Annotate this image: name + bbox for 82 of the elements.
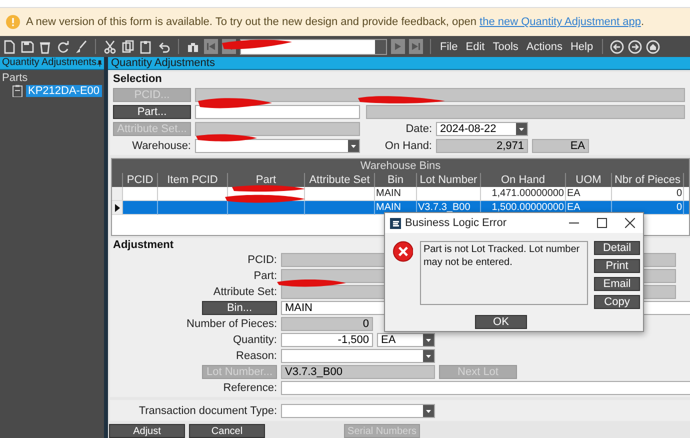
caret-icon[interactable]: [423, 350, 434, 362]
menu-item[interactable]: Help: [568, 40, 596, 52]
dialog-button[interactable]: Detail: [594, 241, 640, 255]
column-header[interactable]: PCID: [123, 173, 158, 187]
update-link[interactable]: the new Quantity Adjustment app: [480, 16, 641, 28]
app-logo-icon: [390, 218, 401, 228]
section-title: Adjustment: [113, 240, 174, 251]
field-label: Attribute Set:: [213, 286, 277, 298]
menu-item[interactable]: Tools: [490, 40, 520, 52]
action-button[interactable]: Bin...: [202, 301, 277, 315]
delete-icon[interactable]: [38, 40, 52, 54]
field-label: Number of Pieces:: [186, 318, 277, 330]
error-icon: [393, 241, 414, 262]
pieces-field: 0: [281, 317, 373, 331]
form-header: Quantity Adjustments: [108, 57, 690, 70]
refresh-icon[interactable]: [56, 40, 70, 54]
field-label: Part:: [254, 270, 277, 282]
reason-combo[interactable]: [281, 349, 435, 363]
uom-field: EA: [532, 139, 589, 153]
lot-field: V3.7.3_B00: [281, 365, 435, 379]
column-header[interactable]: On Hand: [481, 173, 566, 187]
tree-node[interactable]: Parts: [0, 70, 104, 84]
brush-icon[interactable]: [74, 40, 88, 54]
close-icon[interactable]: [625, 218, 635, 228]
dialog-button[interactable]: Print: [594, 259, 640, 273]
date-label: Date:: [404, 123, 432, 135]
menu-item[interactable]: File: [438, 40, 460, 52]
home-icon[interactable]: [646, 40, 660, 54]
row-pointer-icon: [114, 204, 120, 212]
column-header[interactable]: UOM: [566, 173, 612, 187]
cut-icon[interactable]: [103, 40, 117, 54]
paste-icon[interactable]: [139, 40, 153, 54]
warning-icon: [6, 15, 20, 29]
back-icon[interactable]: [610, 40, 624, 54]
dialog-button[interactable]: Copy: [594, 295, 640, 309]
column-header[interactable]: Bin: [375, 173, 417, 187]
dialog-button[interactable]: Email: [594, 277, 640, 291]
clipboard-icon: [12, 85, 23, 97]
forward-icon[interactable]: [628, 40, 642, 54]
banner-message: A new version of this form is available. To try out the new design and provide feedback, open the new Quantity Adjustment app.: [26, 16, 644, 28]
redaction-mark: [277, 279, 346, 287]
action-button[interactable]: Cancel: [189, 424, 265, 438]
reference-field[interactable]: [281, 381, 690, 395]
on-hand-label: On Hand:: [384, 140, 432, 152]
caret-icon[interactable]: [423, 405, 434, 417]
redaction-mark: [196, 134, 257, 142]
redaction-mark: [222, 40, 292, 50]
undo-icon[interactable]: [157, 40, 171, 54]
pin-icon[interactable]: [96, 58, 102, 68]
action-button[interactable]: Part...: [113, 105, 191, 119]
grid-title: Warehouse Bins: [112, 159, 689, 173]
column-header[interactable]: Nbr of Pieces: [612, 173, 684, 187]
column-header[interactable]: Lot Number: [417, 173, 481, 187]
ok-button[interactable]: OK: [475, 315, 527, 329]
maximize-icon[interactable]: [597, 218, 607, 228]
field-label: Quantity:: [232, 334, 277, 346]
section-title: Selection: [113, 74, 162, 85]
caret-icon[interactable]: [423, 334, 434, 346]
field-label: Transaction document Type:: [138, 405, 277, 417]
column-header[interactable]: Part: [228, 173, 305, 187]
new-document-icon[interactable]: [2, 40, 16, 54]
save-icon[interactable]: [20, 40, 34, 54]
copy-icon[interactable]: [121, 40, 135, 54]
field-label: Reason:: [236, 350, 277, 362]
column-header[interactable]: Attribute Set: [305, 173, 375, 187]
uom-combo[interactable]: EA: [377, 333, 435, 347]
warehouse-label: Warehouse:: [131, 140, 191, 152]
field-label: PCID:: [248, 254, 277, 266]
quantity-field[interactable]: -1,500: [281, 333, 373, 347]
date-picker[interactable]: 2024-08-22: [436, 122, 528, 136]
action-button[interactable]: Adjust: [109, 424, 185, 438]
caret-icon[interactable]: [348, 140, 359, 152]
menu-item[interactable]: Edit: [464, 40, 487, 52]
dialog-title: Business Logic Error: [405, 217, 508, 229]
panel-title: Quantity Adjustments: [2, 57, 96, 69]
caret-icon[interactable]: [516, 123, 527, 135]
transaction-type-combo[interactable]: [281, 404, 435, 418]
on-hand-field: 2,971: [436, 139, 528, 153]
field-label: Reference:: [223, 382, 277, 394]
menu-item[interactable]: Actions: [524, 40, 564, 52]
error-message: Part is not Lot Tracked. Lot number may not be entered.: [420, 241, 588, 305]
column-header[interactable]: Item PCID: [158, 173, 228, 187]
